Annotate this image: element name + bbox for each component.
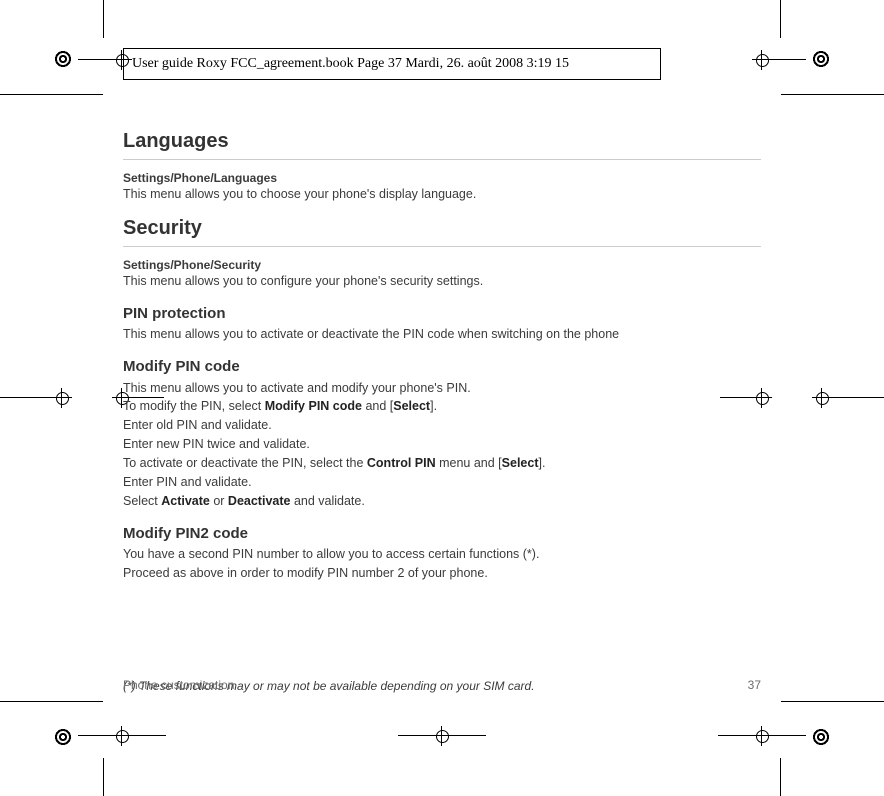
crop-line bbox=[718, 735, 756, 736]
heading-rule bbox=[123, 246, 761, 247]
crop-line bbox=[0, 94, 103, 95]
footer-section-name: Phone customization bbox=[123, 678, 234, 692]
crop-line bbox=[0, 701, 103, 702]
crop-line bbox=[78, 59, 116, 60]
body-text: Enter old PIN and validate. bbox=[123, 417, 761, 434]
crop-line bbox=[103, 758, 104, 796]
body-text: You have a second PIN number to allow yo… bbox=[123, 546, 761, 563]
crop-line bbox=[448, 735, 486, 736]
crosshair-icon bbox=[752, 50, 772, 70]
crosshair-icon bbox=[432, 726, 452, 746]
footer-page-number: 37 bbox=[748, 678, 761, 692]
crop-line bbox=[780, 0, 781, 38]
body-text: This menu allows you to choose your phon… bbox=[123, 186, 761, 203]
crosshair-icon bbox=[812, 388, 832, 408]
heading-pin-protection: PIN protection bbox=[123, 304, 761, 324]
body-text: Enter new PIN twice and validate. bbox=[123, 436, 761, 453]
crosshair-icon bbox=[52, 388, 72, 408]
body-text: Proceed as above in order to modify PIN … bbox=[123, 565, 761, 582]
heading-modify-pin: Modify PIN code bbox=[123, 357, 761, 377]
crosshair-icon bbox=[752, 726, 772, 746]
heading-rule bbox=[123, 159, 761, 160]
body-text: This menu allows you to activate and mod… bbox=[123, 380, 761, 397]
body-text: Enter PIN and validate. bbox=[123, 474, 761, 491]
settings-path: Settings/Phone/Languages bbox=[123, 170, 761, 186]
crop-line bbox=[398, 735, 436, 736]
crop-line bbox=[103, 0, 104, 38]
body-text: This menu allows you to activate or deac… bbox=[123, 326, 761, 343]
heading-security: Security bbox=[123, 215, 761, 242]
body-text: Select Activate or Deactivate and valida… bbox=[123, 493, 761, 510]
body-text: This menu allows you to configure your p… bbox=[123, 273, 761, 290]
crop-line bbox=[128, 735, 166, 736]
body-text: To activate or deactivate the PIN, selec… bbox=[123, 455, 761, 472]
page-header-box: User guide Roxy FCC_agreement.book Page … bbox=[123, 48, 661, 80]
page-content: Languages Settings/Phone/Languages This … bbox=[123, 128, 761, 706]
crop-line bbox=[780, 758, 781, 796]
crosshair-icon bbox=[112, 726, 132, 746]
crop-line bbox=[781, 701, 884, 702]
crop-line bbox=[781, 94, 884, 95]
settings-path: Settings/Phone/Security bbox=[123, 257, 761, 273]
heading-languages: Languages bbox=[123, 128, 761, 155]
printer-mark-icon bbox=[50, 724, 76, 750]
body-text: To modify the PIN, select Modify PIN cod… bbox=[123, 398, 761, 415]
page-header-text: User guide Roxy FCC_agreement.book Page … bbox=[132, 56, 569, 72]
crop-line bbox=[768, 735, 806, 736]
heading-modify-pin2: Modify PIN2 code bbox=[123, 524, 761, 544]
printer-mark-icon bbox=[808, 46, 834, 72]
crop-line bbox=[768, 59, 806, 60]
printer-mark-icon bbox=[50, 46, 76, 72]
crop-line bbox=[78, 735, 116, 736]
printer-mark-icon bbox=[808, 724, 834, 750]
page-footer: Phone customization 37 bbox=[123, 678, 761, 692]
